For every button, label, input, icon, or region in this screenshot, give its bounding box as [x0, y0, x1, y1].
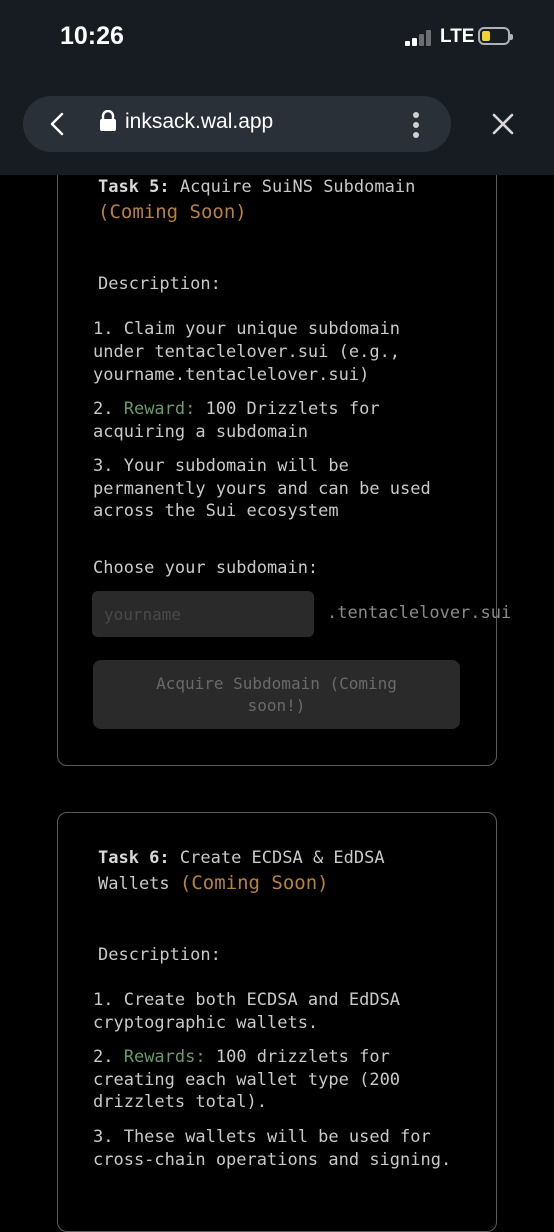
task-5-reward-text: 100 Drizzlets for: [195, 399, 380, 419]
task-5-item-3-line-1: 3. Your subdomain will be: [93, 456, 349, 476]
task-6-item-3-line-1: 3. These wallets will be used for: [93, 1127, 431, 1147]
subdomain-suffix: .tentaclelover.sui: [327, 603, 512, 623]
task-5-item-2-line-2: acquiring a subdomain: [93, 422, 308, 442]
battery-icon: [478, 27, 513, 45]
task-5-item-2-line-1: 2. Reward: 100 Drizzlets for: [93, 398, 380, 421]
task-5-item-3-line-2: permanently yours and can be used: [93, 479, 431, 499]
task-6-item-1-line-2: cryptographic wallets.: [93, 1013, 319, 1033]
task-6-title-line-1: Create ECDSA & EdDSA: [179, 848, 385, 868]
close-icon[interactable]: [489, 110, 517, 138]
signal-icon: [405, 30, 435, 46]
task-5-description-label: Description:: [98, 274, 221, 294]
task-6-title-line-2: Wallets: [98, 874, 170, 894]
task-6-rewards-label: Rewards:: [123, 1047, 206, 1067]
task-6-label: Task 6:: [98, 848, 170, 868]
task-6-rewards-text: 100 drizzlets for: [205, 1047, 390, 1067]
task-6-heading-line-1: Task 6: Create ECDSA & EdDSA: [98, 847, 385, 870]
url-text[interactable]: inksack.wal.app: [125, 110, 273, 134]
back-arrow-icon[interactable]: [45, 111, 71, 137]
task-5-item-1-line-2: under tentaclelover.sui (e.g.,: [93, 342, 401, 362]
acquire-subdomain-button[interactable]: Acquire Subdomain (Coming soon!): [93, 660, 460, 729]
subdomain-input[interactable]: [92, 591, 314, 637]
task-6-item-2-line-3: drizzlets total).: [93, 1092, 267, 1112]
more-options-icon[interactable]: [410, 111, 422, 139]
status-time: 10:26: [60, 22, 124, 50]
network-type: LTE: [440, 26, 475, 47]
task-6-item-1-line-1: 1. Create both ECDSA and EdDSA: [93, 990, 401, 1010]
task-6-item-2-line-1: 2. Rewards: 100 drizzlets for: [93, 1046, 390, 1069]
task-5-heading: Task 5: Acquire SuiNS Subdomain: [98, 176, 415, 199]
task-5-item-2-prefix: 2.: [93, 399, 124, 419]
address-bar[interactable]: inksack.wal.app: [23, 96, 451, 152]
task-5-title: Acquire SuiNS Subdomain: [179, 177, 416, 197]
task-5-item-3-line-3: across the Sui ecosystem: [93, 501, 339, 521]
task-6-heading-line-2: Wallets (Coming Soon): [98, 872, 329, 896]
task-5-item-1-line-1: 1. Claim your unique subdomain: [93, 319, 401, 339]
lock-icon: [100, 110, 116, 131]
task-6-item-3-line-2: cross-chain operations and signing.: [93, 1150, 452, 1170]
task-5-item-1-line-3: yourname.tentaclelover.sui): [93, 365, 370, 385]
task-6-item-2-prefix: 2.: [93, 1047, 124, 1067]
task-5-label: Task 5:: [98, 177, 170, 197]
choose-subdomain-label: Choose your subdomain:: [93, 558, 319, 578]
task-6-item-2-line-2: creating each wallet type (200: [93, 1070, 401, 1090]
task-5-reward-label: Reward:: [123, 399, 196, 419]
task-5-status: (Coming Soon): [98, 201, 247, 223]
browser-chrome: 10:26 LTE inksack.wal.app: [0, 0, 554, 175]
task-6-status: (Coming Soon): [179, 872, 329, 894]
task-6-description-label: Description:: [98, 945, 221, 965]
